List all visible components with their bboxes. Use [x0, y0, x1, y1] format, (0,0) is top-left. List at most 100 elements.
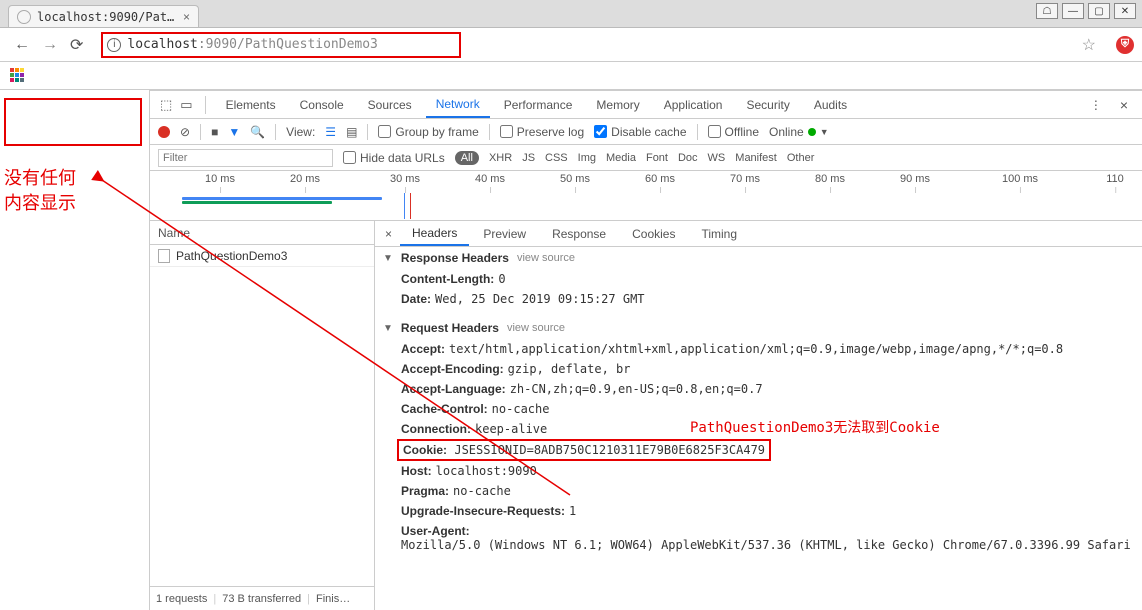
view-label: View:	[286, 125, 315, 139]
view-source-link[interactable]: view source	[517, 252, 575, 264]
clear-button[interactable]: ⊘	[180, 125, 190, 139]
header-row: Accept-Encoding:gzip, deflate, br	[383, 359, 1142, 379]
tab-elements[interactable]: Elements	[216, 93, 286, 117]
site-info-icon[interactable]: i	[107, 38, 121, 52]
maximize-button[interactable]: ▢	[1088, 3, 1110, 19]
url-host: localhost	[127, 37, 197, 52]
response-headers-title: Response Headers	[401, 251, 509, 265]
online-select[interactable]: Online▼	[769, 125, 829, 139]
filter-img[interactable]: Img	[578, 152, 596, 164]
minimize-button[interactable]: —	[1062, 3, 1084, 19]
window-controls: ☖ — ▢ ✕	[1036, 3, 1136, 19]
tab-memory[interactable]: Memory	[586, 93, 649, 117]
url-input[interactable]: i localhost:9090/PathQuestionDemo3	[95, 33, 1069, 57]
tab-security[interactable]: Security	[736, 93, 799, 117]
favicon-icon	[17, 10, 31, 24]
empty-content-annotation-box	[4, 98, 142, 146]
request-detail: × Headers Preview Response Cookies Timin…	[375, 221, 1142, 610]
capture-screenshot-icon[interactable]: ■	[211, 125, 218, 139]
dtab-preview[interactable]: Preview	[471, 223, 538, 245]
url-path: /PathQuestionDemo3	[237, 37, 378, 52]
header-row: Host:localhost:9090	[383, 461, 1142, 481]
filter-toggle-icon[interactable]: ▼	[228, 125, 240, 139]
filter-doc[interactable]: Doc	[678, 152, 698, 164]
detail-close-icon[interactable]: ×	[379, 227, 398, 241]
network-filter-row: Hide data URLs All XHR JS CSS Img Media …	[150, 145, 1142, 171]
dtab-response[interactable]: Response	[540, 223, 618, 245]
network-timeline[interactable]: 10 ms 20 ms 30 ms 40 ms 50 ms 60 ms 70 m…	[150, 171, 1142, 221]
tab-performance[interactable]: Performance	[494, 93, 583, 117]
bookmark-star-icon[interactable]: ☆	[1082, 35, 1096, 55]
reload-button[interactable]: ⟳	[70, 35, 83, 55]
dtab-headers[interactable]: Headers	[400, 222, 469, 246]
page-content-area: 没有任何 内容显示	[0, 90, 150, 610]
devtools-menu-icon[interactable]: ⋮	[1082, 98, 1110, 112]
filter-all[interactable]: All	[455, 151, 479, 165]
dtab-timing[interactable]: Timing	[689, 223, 749, 245]
header-row: Content-Length:0	[383, 269, 1142, 289]
close-tab-icon[interactable]: ×	[183, 10, 190, 24]
hide-data-urls-checkbox[interactable]: Hide data URLs	[343, 151, 445, 165]
view-large-icon[interactable]: ▤	[346, 125, 357, 139]
request-headers-title: Request Headers	[401, 321, 499, 335]
devtools-close-icon[interactable]: ×	[1114, 97, 1134, 113]
tab-title: localhost:9090/PathQue	[37, 10, 177, 24]
tab-application[interactable]: Application	[654, 93, 733, 117]
filter-ws[interactable]: WS	[708, 152, 726, 164]
annotation-cookie-fail: PathQuestionDemo3无法取到Cookie	[690, 417, 940, 437]
header-row: Accept:text/html,application/xhtml+xml,a…	[383, 339, 1142, 359]
document-icon	[158, 249, 170, 263]
header-row: Cache-Control:no-cache	[383, 399, 1142, 419]
view-source-link[interactable]: view source	[507, 322, 565, 334]
network-status-bar: 1 requests| 73 B transferred| Finis…	[150, 586, 374, 610]
tab-sources[interactable]: Sources	[358, 93, 422, 117]
filter-css[interactable]: CSS	[545, 152, 568, 164]
url-highlight-annotation: i localhost:9090/PathQuestionDemo3	[101, 32, 461, 58]
tab-network[interactable]: Network	[426, 92, 490, 118]
header-row: Pragma:no-cache	[383, 481, 1142, 501]
search-icon[interactable]: 🔍	[250, 125, 265, 139]
bookmarks-bar	[0, 62, 1142, 90]
preserve-log-checkbox[interactable]: Preserve log	[500, 125, 584, 139]
devtools-tabs: ⬚ ▭ Elements Console Sources Network Per…	[150, 91, 1142, 119]
offline-checkbox[interactable]: Offline	[708, 125, 759, 139]
filter-other[interactable]: Other	[787, 152, 815, 164]
tab-audits[interactable]: Audits	[804, 93, 857, 117]
request-list-header[interactable]: Name	[150, 221, 374, 245]
filter-js[interactable]: JS	[522, 152, 535, 164]
request-row[interactable]: PathQuestionDemo3	[150, 245, 374, 267]
disable-cache-checkbox[interactable]: Disable cache	[594, 125, 686, 139]
record-button[interactable]	[158, 126, 170, 138]
device-toggle-icon[interactable]: ▭	[178, 95, 194, 115]
apps-icon[interactable]	[10, 68, 26, 84]
back-button[interactable]: ←	[14, 36, 30, 54]
header-row: Date:Wed, 25 Dec 2019 09:15:27 GMT	[383, 289, 1142, 309]
filter-input[interactable]	[158, 149, 333, 167]
browser-tab[interactable]: localhost:9090/PathQue ×	[8, 5, 199, 27]
dtab-cookies[interactable]: Cookies	[620, 223, 687, 245]
annotation-empty-content: 没有任何 内容显示	[4, 166, 145, 216]
inspect-element-icon[interactable]: ⬚	[158, 95, 174, 115]
user-icon[interactable]: ☖	[1036, 3, 1058, 19]
header-row: User-Agent:Mozilla/5.0 (Windows NT 6.1; …	[383, 521, 1142, 555]
filter-media[interactable]: Media	[606, 152, 636, 164]
close-window-button[interactable]: ✕	[1114, 3, 1136, 19]
header-row: Accept-Language:zh-CN,zh;q=0.9,en-US;q=0…	[383, 379, 1142, 399]
filter-font[interactable]: Font	[646, 152, 668, 164]
devtools-panel: ⬚ ▭ Elements Console Sources Network Per…	[150, 90, 1142, 610]
view-list-icon[interactable]: ☰	[325, 125, 336, 139]
collapse-icon[interactable]: ▼	[383, 253, 393, 264]
browser-tabstrip: localhost:9090/PathQue ×	[0, 0, 1142, 28]
collapse-icon[interactable]: ▼	[383, 323, 393, 334]
tab-console[interactable]: Console	[290, 93, 354, 117]
network-toolbar: ⊘ ■ ▼ 🔍 View: ☰ ▤ Group by frame Preserv…	[150, 119, 1142, 145]
filter-manifest[interactable]: Manifest	[735, 152, 777, 164]
cookie-header-highlight: Cookie: JSESSIONID=8ADB750C1210311E79B0E…	[397, 439, 771, 461]
extension-icon[interactable]: ⛨	[1116, 36, 1134, 54]
group-by-frame-checkbox[interactable]: Group by frame	[378, 125, 478, 139]
detail-tabs: × Headers Preview Response Cookies Timin…	[375, 221, 1142, 247]
address-bar: ← → ⟳ i localhost:9090/PathQuestionDemo3…	[0, 28, 1142, 62]
filter-xhr[interactable]: XHR	[489, 152, 512, 164]
forward-button[interactable]: →	[42, 36, 58, 54]
header-row: Upgrade-Insecure-Requests:1	[383, 501, 1142, 521]
